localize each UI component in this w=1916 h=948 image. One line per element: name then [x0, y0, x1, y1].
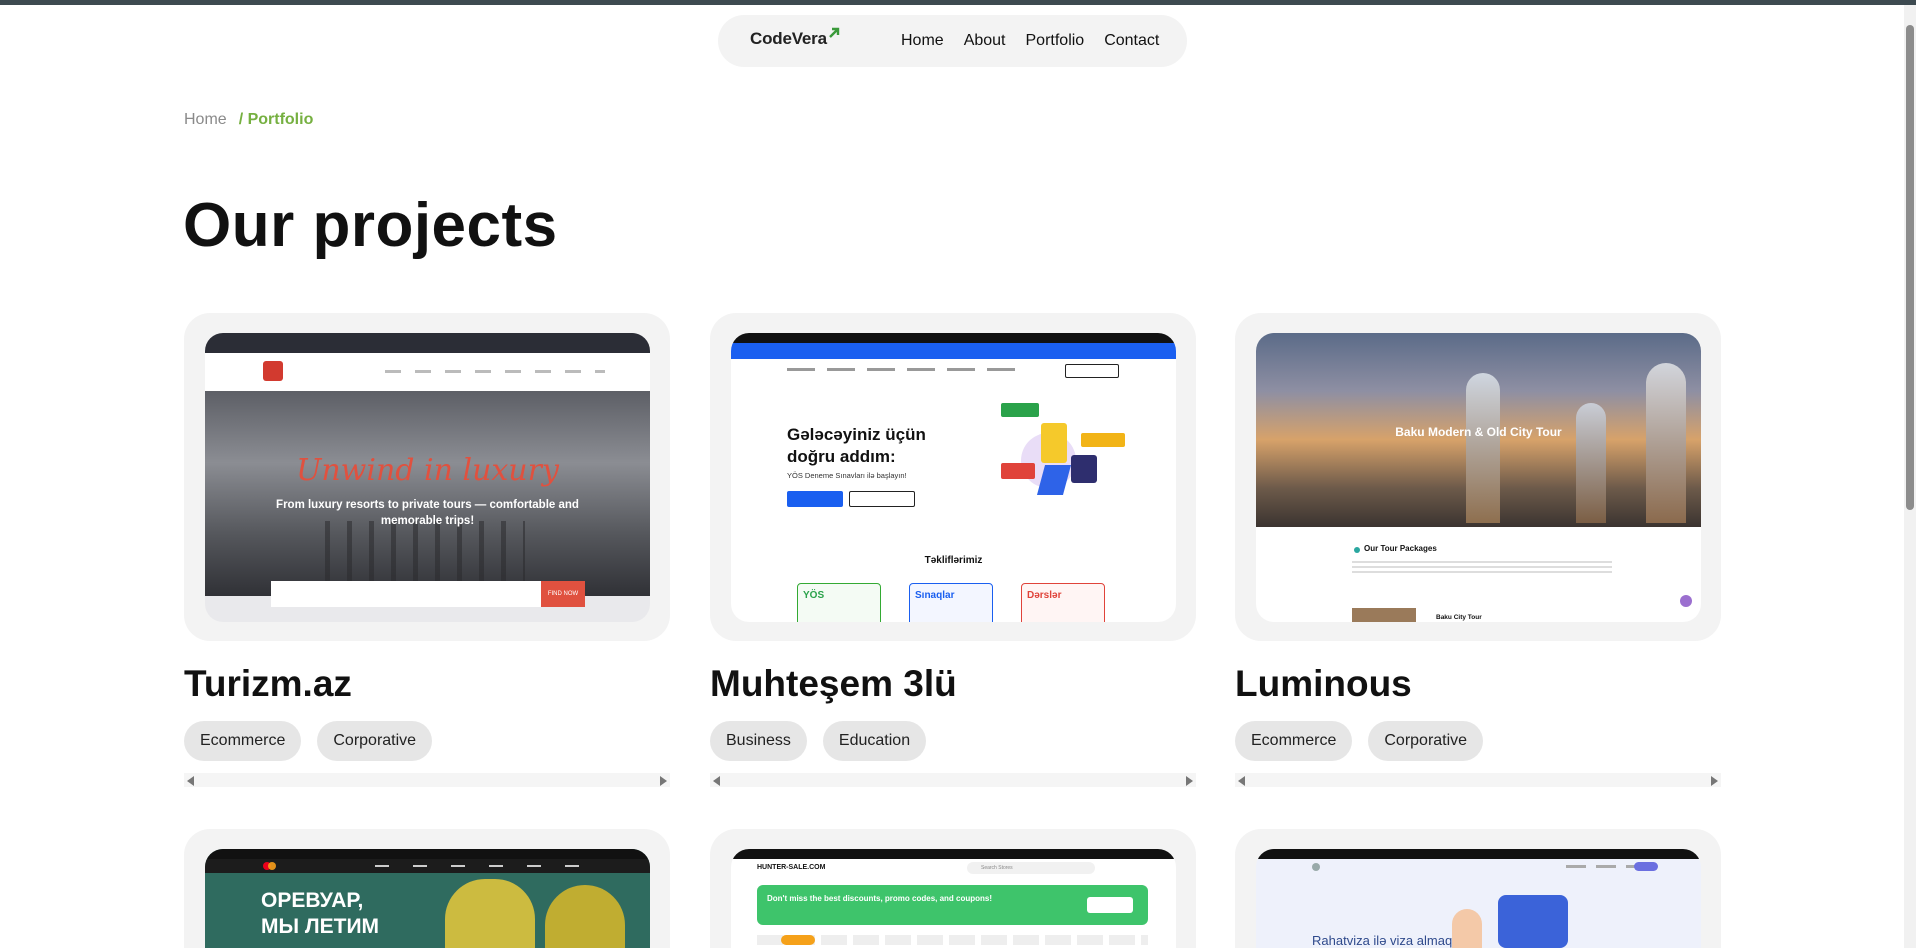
breadcrumb-current: / Portfolio — [238, 111, 314, 128]
preview-offer-card: Dərslər — [1021, 583, 1105, 622]
preview-hero-title: Baku Modern & Old City Tour — [1395, 425, 1562, 439]
project-card-muhtesem[interactable]: Gələcəyiniz üçün doğru addım: YÖS Deneme… — [710, 313, 1196, 787]
project-screenshot: ОРЕВУАР, МЫ ЛЕТИМ — [205, 849, 650, 948]
page-title: Our projects — [183, 191, 558, 260]
preview-subtitle: From luxury resorts to private tours — c… — [276, 499, 579, 527]
preview-menu — [385, 370, 605, 373]
project-card-turizm[interactable]: Unwind in luxury From luxury resorts to … — [184, 313, 670, 787]
preview-tour-image — [1352, 608, 1416, 622]
project-card-luminous[interactable]: Baku Modern & Old City Tour Our Tour Pac… — [1235, 313, 1721, 787]
nav-link-portfolio[interactable]: Portfolio — [1026, 32, 1085, 50]
scroll-right-icon[interactable] — [1186, 776, 1193, 786]
horizontal-scrollbar[interactable] — [710, 773, 1196, 787]
project-title[interactable]: Turizm.az — [184, 663, 670, 705]
page-scrollbar-thumb[interactable] — [1906, 25, 1914, 510]
scroll-left-icon[interactable] — [187, 776, 194, 786]
preview-menu — [787, 368, 1027, 371]
preview-headline-1: Gələcəyiniz üçün — [787, 425, 926, 444]
preview-subtitle: YÖS Deneme Sınavları ilə başlayın! — [787, 471, 907, 480]
logo-text: CodeVera — [750, 29, 827, 48]
project-tags: Ecommerce Corporative — [184, 721, 670, 761]
project-preview-frame[interactable]: Baku Modern & Old City Tour Our Tour Pac… — [1235, 313, 1721, 641]
preview-offer-card: Sınaqlar — [909, 583, 993, 622]
project-screenshot: Unwind in luxury From luxury resorts to … — [205, 333, 650, 622]
project-title[interactable]: Luminous — [1235, 663, 1721, 705]
preview-logo: HUNTER-SALE.COM — [757, 864, 826, 871]
page-scrollbar[interactable] — [1904, 5, 1916, 948]
preview-logo — [263, 361, 283, 381]
scroll-left-icon[interactable] — [1238, 776, 1245, 786]
tag[interactable]: Ecommerce — [184, 721, 302, 761]
breadcrumb: Home / Portfolio — [184, 111, 313, 129]
preview-headline-2: МЫ ЛЕТИМ — [261, 915, 380, 938]
scroll-right-icon[interactable] — [1711, 776, 1718, 786]
project-preview-frame[interactable]: ОРЕВУАР, МЫ ЛЕТИМ — [184, 829, 670, 948]
preview-header — [205, 353, 650, 391]
project-preview-frame[interactable]: Gələcəyiniz üçün doğru addım: YÖS Deneme… — [710, 313, 1196, 641]
tag[interactable]: Education — [822, 721, 927, 761]
preview-description — [1352, 561, 1612, 575]
tag[interactable]: Corporative — [1368, 721, 1484, 761]
project-preview-frame[interactable]: HUNTER-SALE.COM Search Stores Don't miss… — [710, 829, 1196, 948]
preview-banner-text: Don't miss the best discounts, promo cod… — [767, 894, 993, 903]
browser-top-bar — [0, 0, 1916, 5]
preview-nav-button — [1065, 364, 1119, 378]
project-screenshot: Gələcəyiniz üçün doğru addım: YÖS Deneme… — [731, 333, 1176, 622]
preview-headline: Rahatviza ilə viza almaq — [1312, 933, 1453, 948]
project-tags: Business Education — [710, 721, 1196, 761]
preview-headline: Unwind in luxury — [296, 453, 559, 488]
preview-headline-1: ОРЕВУАР, — [261, 889, 364, 912]
breadcrumb-home[interactable]: Home — [184, 111, 227, 129]
project-title[interactable]: Muhteşem 3lü — [710, 663, 1196, 705]
scroll-left-icon[interactable] — [713, 776, 720, 786]
preview-offer-card: YÖS — [797, 583, 881, 622]
main-nav: CodeVera Home About Portfolio Contact — [718, 15, 1187, 67]
project-card[interactable]: ОРЕВУАР, МЫ ЛЕТИМ — [184, 829, 670, 948]
preview-section-title: Təkliflərimiz — [924, 555, 983, 566]
tag[interactable]: Business — [710, 721, 807, 761]
preview-chat-icon — [1680, 595, 1692, 607]
preview-frame-top — [731, 333, 1176, 343]
preview-find-button: FIND NOW — [541, 581, 585, 607]
preview-search-box — [271, 581, 541, 607]
nav-link-home[interactable]: Home — [901, 32, 944, 50]
preview-primary-button — [787, 491, 843, 507]
project-screenshot: HUNTER-SALE.COM Search Stores Don't miss… — [731, 849, 1176, 948]
preview-pin-icon — [1354, 547, 1360, 553]
horizontal-scrollbar[interactable] — [1235, 773, 1721, 787]
preview-illustration — [1001, 403, 1125, 503]
logo[interactable]: CodeVera — [750, 27, 840, 49]
project-preview-frame[interactable]: Rahatviza ilə viza almaq — [1235, 829, 1721, 948]
project-screenshot: Baku Modern & Old City Tour Our Tour Pac… — [1256, 333, 1701, 622]
tag[interactable]: Corporative — [317, 721, 433, 761]
horizontal-scrollbar[interactable] — [184, 773, 670, 787]
project-card[interactable]: Rahatviza ilə viza almaq — [1235, 829, 1721, 948]
preview-hero: Unwind in luxury From luxury resorts to … — [205, 391, 650, 596]
preview-secondary-button — [849, 491, 915, 507]
tag[interactable]: Ecommerce — [1235, 721, 1353, 761]
preview-hero: Baku Modern & Old City Tour — [1256, 333, 1701, 527]
preview-section-title: Our Tour Packages — [1364, 544, 1437, 553]
preview-topbar — [205, 333, 650, 353]
project-tags: Ecommerce Corporative — [1235, 721, 1721, 761]
project-screenshot: Rahatviza ilə viza almaq — [1256, 849, 1701, 948]
preview-search: Search Stores — [967, 862, 1095, 874]
preview-topbar — [731, 343, 1176, 359]
project-preview-frame[interactable]: Unwind in luxury From luxury resorts to … — [184, 313, 670, 641]
scroll-right-icon[interactable] — [660, 776, 667, 786]
logo-arrow-icon — [828, 27, 840, 38]
preview-headline-2: doğru addım: — [787, 447, 896, 466]
nav-link-about[interactable]: About — [964, 32, 1006, 50]
preview-tour-name: Baku City Tour — [1436, 614, 1482, 621]
nav-link-contact[interactable]: Contact — [1104, 32, 1159, 50]
nav-links: Home About Portfolio Contact — [901, 15, 1159, 67]
project-card[interactable]: HUNTER-SALE.COM Search Stores Don't miss… — [710, 829, 1196, 948]
